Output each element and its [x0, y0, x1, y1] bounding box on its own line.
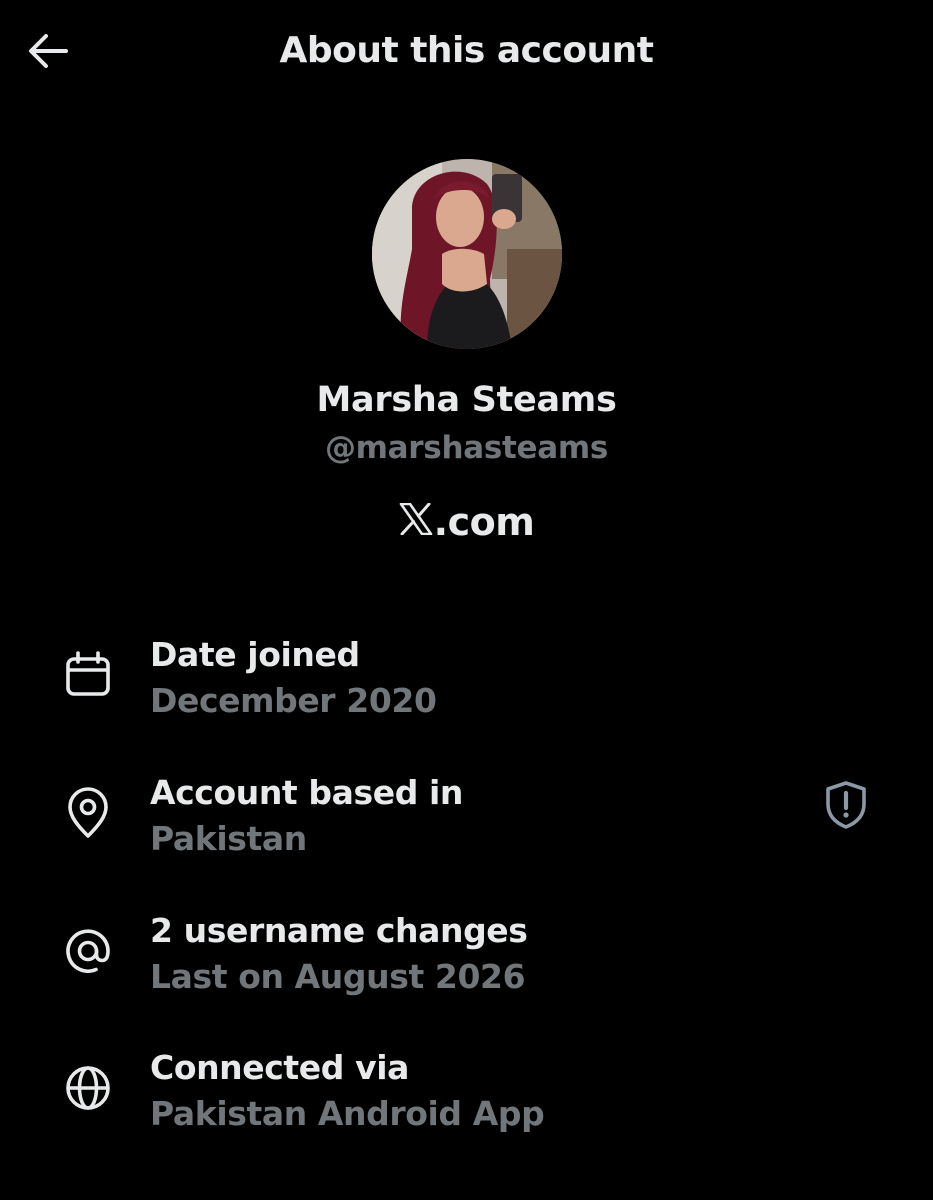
page-title: About this account [279, 30, 654, 71]
username-handle: @marshasteams [324, 430, 609, 466]
detail-label: Account based in [150, 773, 464, 812]
detail-row-account-location: Account based in Pakistan [0, 773, 933, 883]
detail-label: 2 username changes [150, 911, 528, 950]
site-link[interactable]: .com [0, 500, 933, 544]
detail-row-connected-via: Connected via Pakistan Android App [0, 1048, 933, 1158]
x-logo-icon [399, 500, 433, 544]
shield-alert-icon [823, 780, 869, 834]
location-pin-icon [60, 785, 116, 841]
detail-value: Pakistan [150, 819, 307, 858]
detail-value: Pakistan Android App [150, 1094, 545, 1133]
at-sign-icon [60, 923, 116, 979]
detail-value: December 2020 [150, 681, 437, 720]
top-bar: About this account [0, 0, 933, 108]
detail-value: Last on August 2026 [150, 957, 526, 996]
site-domain-suffix: .com [433, 500, 535, 544]
shield-alert-button[interactable] [818, 779, 874, 835]
globe-icon [60, 1060, 116, 1116]
calendar-icon [60, 647, 116, 703]
display-name: Marsha Steams [316, 380, 617, 420]
avatar[interactable] [372, 159, 562, 349]
detail-label: Connected via [150, 1048, 409, 1087]
detail-row-date-joined: Date joined December 2020 [0, 635, 933, 745]
detail-row-username-changes: 2 username changes Last on August 2026 [0, 911, 933, 1021]
detail-label: Date joined [150, 635, 360, 674]
